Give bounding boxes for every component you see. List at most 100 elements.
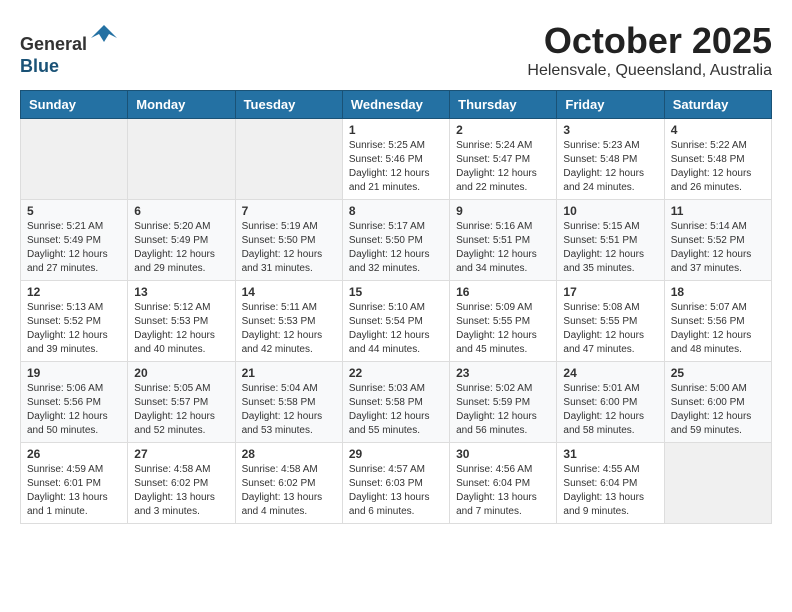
day-info: Sunrise: 5:14 AM Sunset: 5:52 PM Dayligh… (671, 220, 765, 276)
calendar-week-row: 19 Sunrise: 5:06 AM Sunset: 5:56 PM Dayli… (21, 362, 772, 443)
calendar-week-row: 1Sunrise: 5:25 AM Sunset: 5:46 PM Daylig… (21, 119, 772, 200)
day-number: 9 (456, 204, 550, 218)
day-info: Sunrise: 4:58 AM Sunset: 6:02 PM Dayligh… (134, 463, 228, 519)
day-info: Sunrise: 4:58 AM Sunset: 6:02 PM Dayligh… (242, 463, 336, 519)
day-info: Sunrise: 5:08 AM Sunset: 5:55 PM Dayligh… (563, 301, 657, 357)
day-number: 25 (671, 366, 765, 380)
empty-day (664, 443, 771, 524)
calendar-day-9: 9 Sunrise: 5:16 AM Sunset: 5:51 PM Daylig… (450, 200, 557, 281)
weekday-header-sunday: Sunday (21, 91, 128, 119)
day-number: 30 (456, 447, 550, 461)
day-info: Sunrise: 5:23 AM Sunset: 5:48 PM Dayligh… (563, 139, 657, 195)
day-number: 18 (671, 285, 765, 299)
calendar-day-26: 26Sunrise: 4:59 AM Sunset: 6:01 PM Dayli… (21, 443, 128, 524)
day-number: 4 (671, 123, 765, 137)
calendar-day-27: 27 Sunrise: 4:58 AM Sunset: 6:02 PM Dayli… (128, 443, 235, 524)
empty-day (21, 119, 128, 200)
day-number: 31 (563, 447, 657, 461)
calendar-day-23: 23 Sunrise: 5:02 AM Sunset: 5:59 PM Dayli… (450, 362, 557, 443)
calendar-day-30: 30Sunrise: 4:56 AM Sunset: 6:04 PM Dayli… (450, 443, 557, 524)
day-number: 11 (671, 204, 765, 218)
day-number: 2 (456, 123, 550, 137)
day-number: 10 (563, 204, 657, 218)
calendar-day-7: 7 Sunrise: 5:19 AM Sunset: 5:50 PM Daylig… (235, 200, 342, 281)
calendar-day-29: 29 Sunrise: 4:57 AM Sunset: 6:03 PM Dayli… (342, 443, 449, 524)
calendar-day-4: 4 Sunrise: 5:22 AM Sunset: 5:48 PM Daylig… (664, 119, 771, 200)
calendar-table: SundayMondayTuesdayWednesdayThursdayFrid… (20, 90, 772, 524)
day-info: Sunrise: 5:04 AM Sunset: 5:58 PM Dayligh… (242, 382, 336, 438)
calendar-day-16: 16Sunrise: 5:09 AM Sunset: 5:55 PM Dayli… (450, 281, 557, 362)
day-number: 19 (27, 366, 121, 380)
day-number: 26 (27, 447, 121, 461)
calendar-day-5: 5 Sunrise: 5:21 AM Sunset: 5:49 PM Daylig… (21, 200, 128, 281)
calendar-day-2: 2 Sunrise: 5:24 AM Sunset: 5:47 PM Daylig… (450, 119, 557, 200)
calendar-day-1: 1Sunrise: 5:25 AM Sunset: 5:46 PM Daylig… (342, 119, 449, 200)
day-info: Sunrise: 5:16 AM Sunset: 5:51 PM Dayligh… (456, 220, 550, 276)
weekday-header-tuesday: Tuesday (235, 91, 342, 119)
weekday-header-friday: Friday (557, 91, 664, 119)
day-info: Sunrise: 5:00 AM Sunset: 6:00 PM Dayligh… (671, 382, 765, 438)
day-info: Sunrise: 5:19 AM Sunset: 5:50 PM Dayligh… (242, 220, 336, 276)
day-info: Sunrise: 5:03 AM Sunset: 5:58 PM Dayligh… (349, 382, 443, 438)
day-number: 29 (349, 447, 443, 461)
day-number: 3 (563, 123, 657, 137)
day-number: 7 (242, 204, 336, 218)
day-number: 20 (134, 366, 228, 380)
day-number: 13 (134, 285, 228, 299)
calendar-subtitle: Helensvale, Queensland, Australia (527, 62, 772, 80)
day-info: Sunrise: 4:55 AM Sunset: 6:04 PM Dayligh… (563, 463, 657, 519)
day-info: Sunrise: 5:12 AM Sunset: 5:53 PM Dayligh… (134, 301, 228, 357)
day-number: 22 (349, 366, 443, 380)
day-info: Sunrise: 5:21 AM Sunset: 5:49 PM Dayligh… (27, 220, 121, 276)
calendar-day-12: 12 Sunrise: 5:13 AM Sunset: 5:52 PM Dayli… (21, 281, 128, 362)
day-info: Sunrise: 5:02 AM Sunset: 5:59 PM Dayligh… (456, 382, 550, 438)
empty-day (235, 119, 342, 200)
calendar-day-10: 10 Sunrise: 5:15 AM Sunset: 5:51 PM Dayli… (557, 200, 664, 281)
day-info: Sunrise: 5:25 AM Sunset: 5:46 PM Dayligh… (349, 139, 443, 195)
calendar-week-row: 5 Sunrise: 5:21 AM Sunset: 5:49 PM Daylig… (21, 200, 772, 281)
logo-general: General (20, 34, 87, 54)
logo-blue: Blue (20, 56, 59, 76)
weekday-header-row: SundayMondayTuesdayWednesdayThursdayFrid… (21, 91, 772, 119)
day-number: 15 (349, 285, 443, 299)
day-number: 23 (456, 366, 550, 380)
logo: General Blue (20, 20, 119, 77)
page-header: General Blue October 2025 Helensvale, Qu… (20, 20, 772, 80)
day-info: Sunrise: 5:06 AM Sunset: 5:56 PM Dayligh… (27, 382, 121, 438)
day-number: 12 (27, 285, 121, 299)
calendar-day-6: 6 Sunrise: 5:20 AM Sunset: 5:49 PM Daylig… (128, 200, 235, 281)
calendar-day-17: 17 Sunrise: 5:08 AM Sunset: 5:55 PM Dayli… (557, 281, 664, 362)
calendar-day-14: 14Sunrise: 5:11 AM Sunset: 5:53 PM Dayli… (235, 281, 342, 362)
day-info: Sunrise: 5:20 AM Sunset: 5:49 PM Dayligh… (134, 220, 228, 276)
day-number: 6 (134, 204, 228, 218)
empty-day (128, 119, 235, 200)
day-number: 17 (563, 285, 657, 299)
weekday-header-saturday: Saturday (664, 91, 771, 119)
day-info: Sunrise: 5:15 AM Sunset: 5:51 PM Dayligh… (563, 220, 657, 276)
day-info: Sunrise: 5:09 AM Sunset: 5:55 PM Dayligh… (456, 301, 550, 357)
logo-bird-icon (89, 20, 119, 50)
day-info: Sunrise: 5:07 AM Sunset: 5:56 PM Dayligh… (671, 301, 765, 357)
calendar-day-11: 11 Sunrise: 5:14 AM Sunset: 5:52 PM Dayli… (664, 200, 771, 281)
calendar-day-20: 20 Sunrise: 5:05 AM Sunset: 5:57 PM Dayli… (128, 362, 235, 443)
day-number: 5 (27, 204, 121, 218)
day-number: 27 (134, 447, 228, 461)
day-info: Sunrise: 5:13 AM Sunset: 5:52 PM Dayligh… (27, 301, 121, 357)
day-number: 21 (242, 366, 336, 380)
weekday-header-wednesday: Wednesday (342, 91, 449, 119)
calendar-week-row: 12 Sunrise: 5:13 AM Sunset: 5:52 PM Dayli… (21, 281, 772, 362)
day-info: Sunrise: 4:57 AM Sunset: 6:03 PM Dayligh… (349, 463, 443, 519)
day-info: Sunrise: 5:17 AM Sunset: 5:50 PM Dayligh… (349, 220, 443, 276)
day-info: Sunrise: 5:24 AM Sunset: 5:47 PM Dayligh… (456, 139, 550, 195)
day-info: Sunrise: 5:05 AM Sunset: 5:57 PM Dayligh… (134, 382, 228, 438)
day-number: 24 (563, 366, 657, 380)
calendar-day-13: 13 Sunrise: 5:12 AM Sunset: 5:53 PM Dayli… (128, 281, 235, 362)
calendar-day-8: 8Sunrise: 5:17 AM Sunset: 5:50 PM Daylig… (342, 200, 449, 281)
day-number: 14 (242, 285, 336, 299)
day-number: 28 (242, 447, 336, 461)
calendar-day-31: 31 Sunrise: 4:55 AM Sunset: 6:04 PM Dayli… (557, 443, 664, 524)
calendar-day-24: 24Sunrise: 5:01 AM Sunset: 6:00 PM Dayli… (557, 362, 664, 443)
calendar-day-15: 15Sunrise: 5:10 AM Sunset: 5:54 PM Dayli… (342, 281, 449, 362)
day-info: Sunrise: 5:22 AM Sunset: 5:48 PM Dayligh… (671, 139, 765, 195)
calendar-day-28: 28 Sunrise: 4:58 AM Sunset: 6:02 PM Dayli… (235, 443, 342, 524)
